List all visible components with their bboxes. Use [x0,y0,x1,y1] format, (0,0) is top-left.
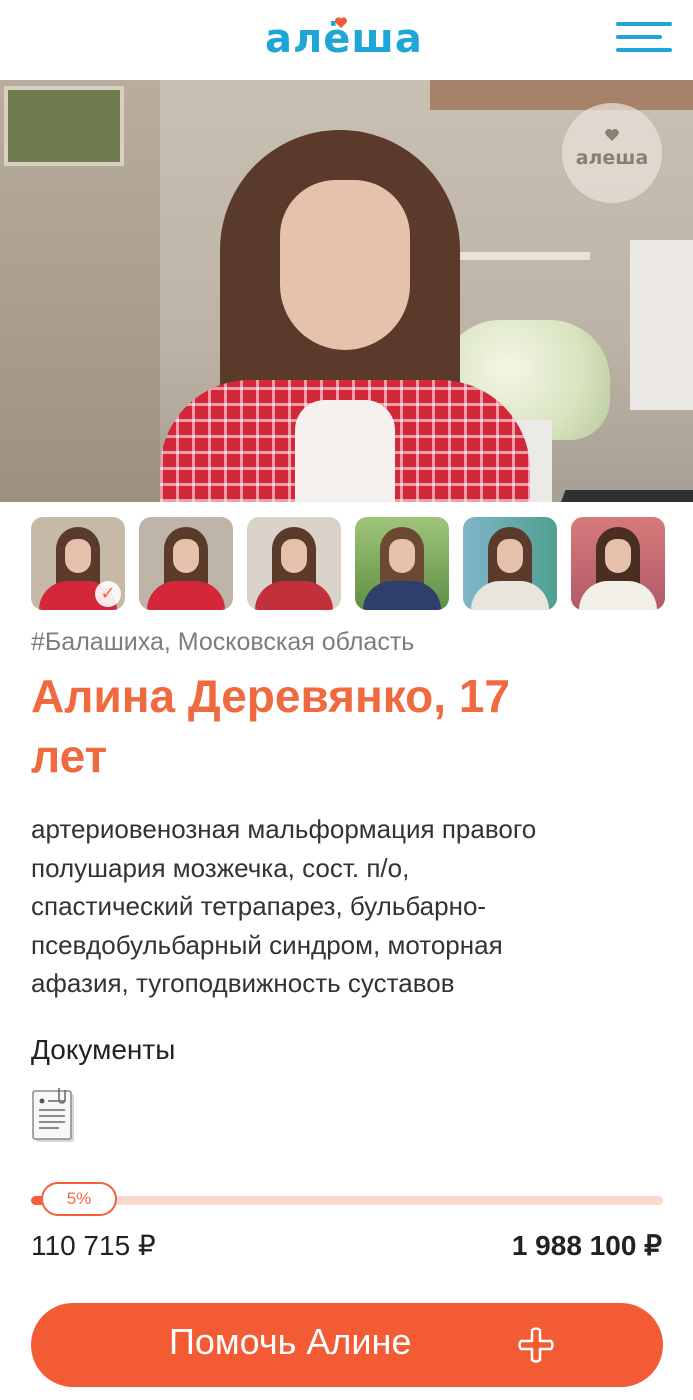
help-button[interactable]: Помочь Алине [31,1303,663,1387]
heart-icon [605,129,619,141]
watermark-text: алеша [575,147,649,169]
thumbnail[interactable] [355,517,449,610]
location-tag[interactable]: #Балашиха, Московская область [31,628,414,657]
watermark-logo: алеша [562,103,662,203]
menu-button[interactable] [614,20,674,54]
thumbnail[interactable] [463,517,557,610]
child-name: Алина Деревянко, 17 лет [31,670,511,782]
photo-gallery: ✓ [31,517,665,610]
progress-percent: 5% [41,1182,117,1216]
thumbnail[interactable]: ✓ [31,517,125,610]
help-button-label: Помочь Алине [169,1321,412,1362]
diagnosis-text: артериовенозная мальформация правого пол… [31,814,537,998]
thumbnail[interactable] [139,517,233,610]
plus-icon [518,1327,554,1363]
documents-title: Документы [31,1034,176,1065]
thumbnail[interactable] [571,517,665,610]
document-icon[interactable] [31,1086,79,1144]
collected-amount: 110 715 ₽ [31,1230,156,1261]
main-photo[interactable]: алеша [0,80,693,502]
progress-bar [31,1196,663,1205]
hamburger-icon [616,22,672,26]
app-header: алёша [0,0,693,80]
girl-portrait [150,130,540,502]
heart-icon [335,17,347,29]
check-icon: ✓ [95,581,121,607]
thumbnail[interactable] [247,517,341,610]
goal-amount: 1 988 100 ₽ [511,1230,662,1261]
